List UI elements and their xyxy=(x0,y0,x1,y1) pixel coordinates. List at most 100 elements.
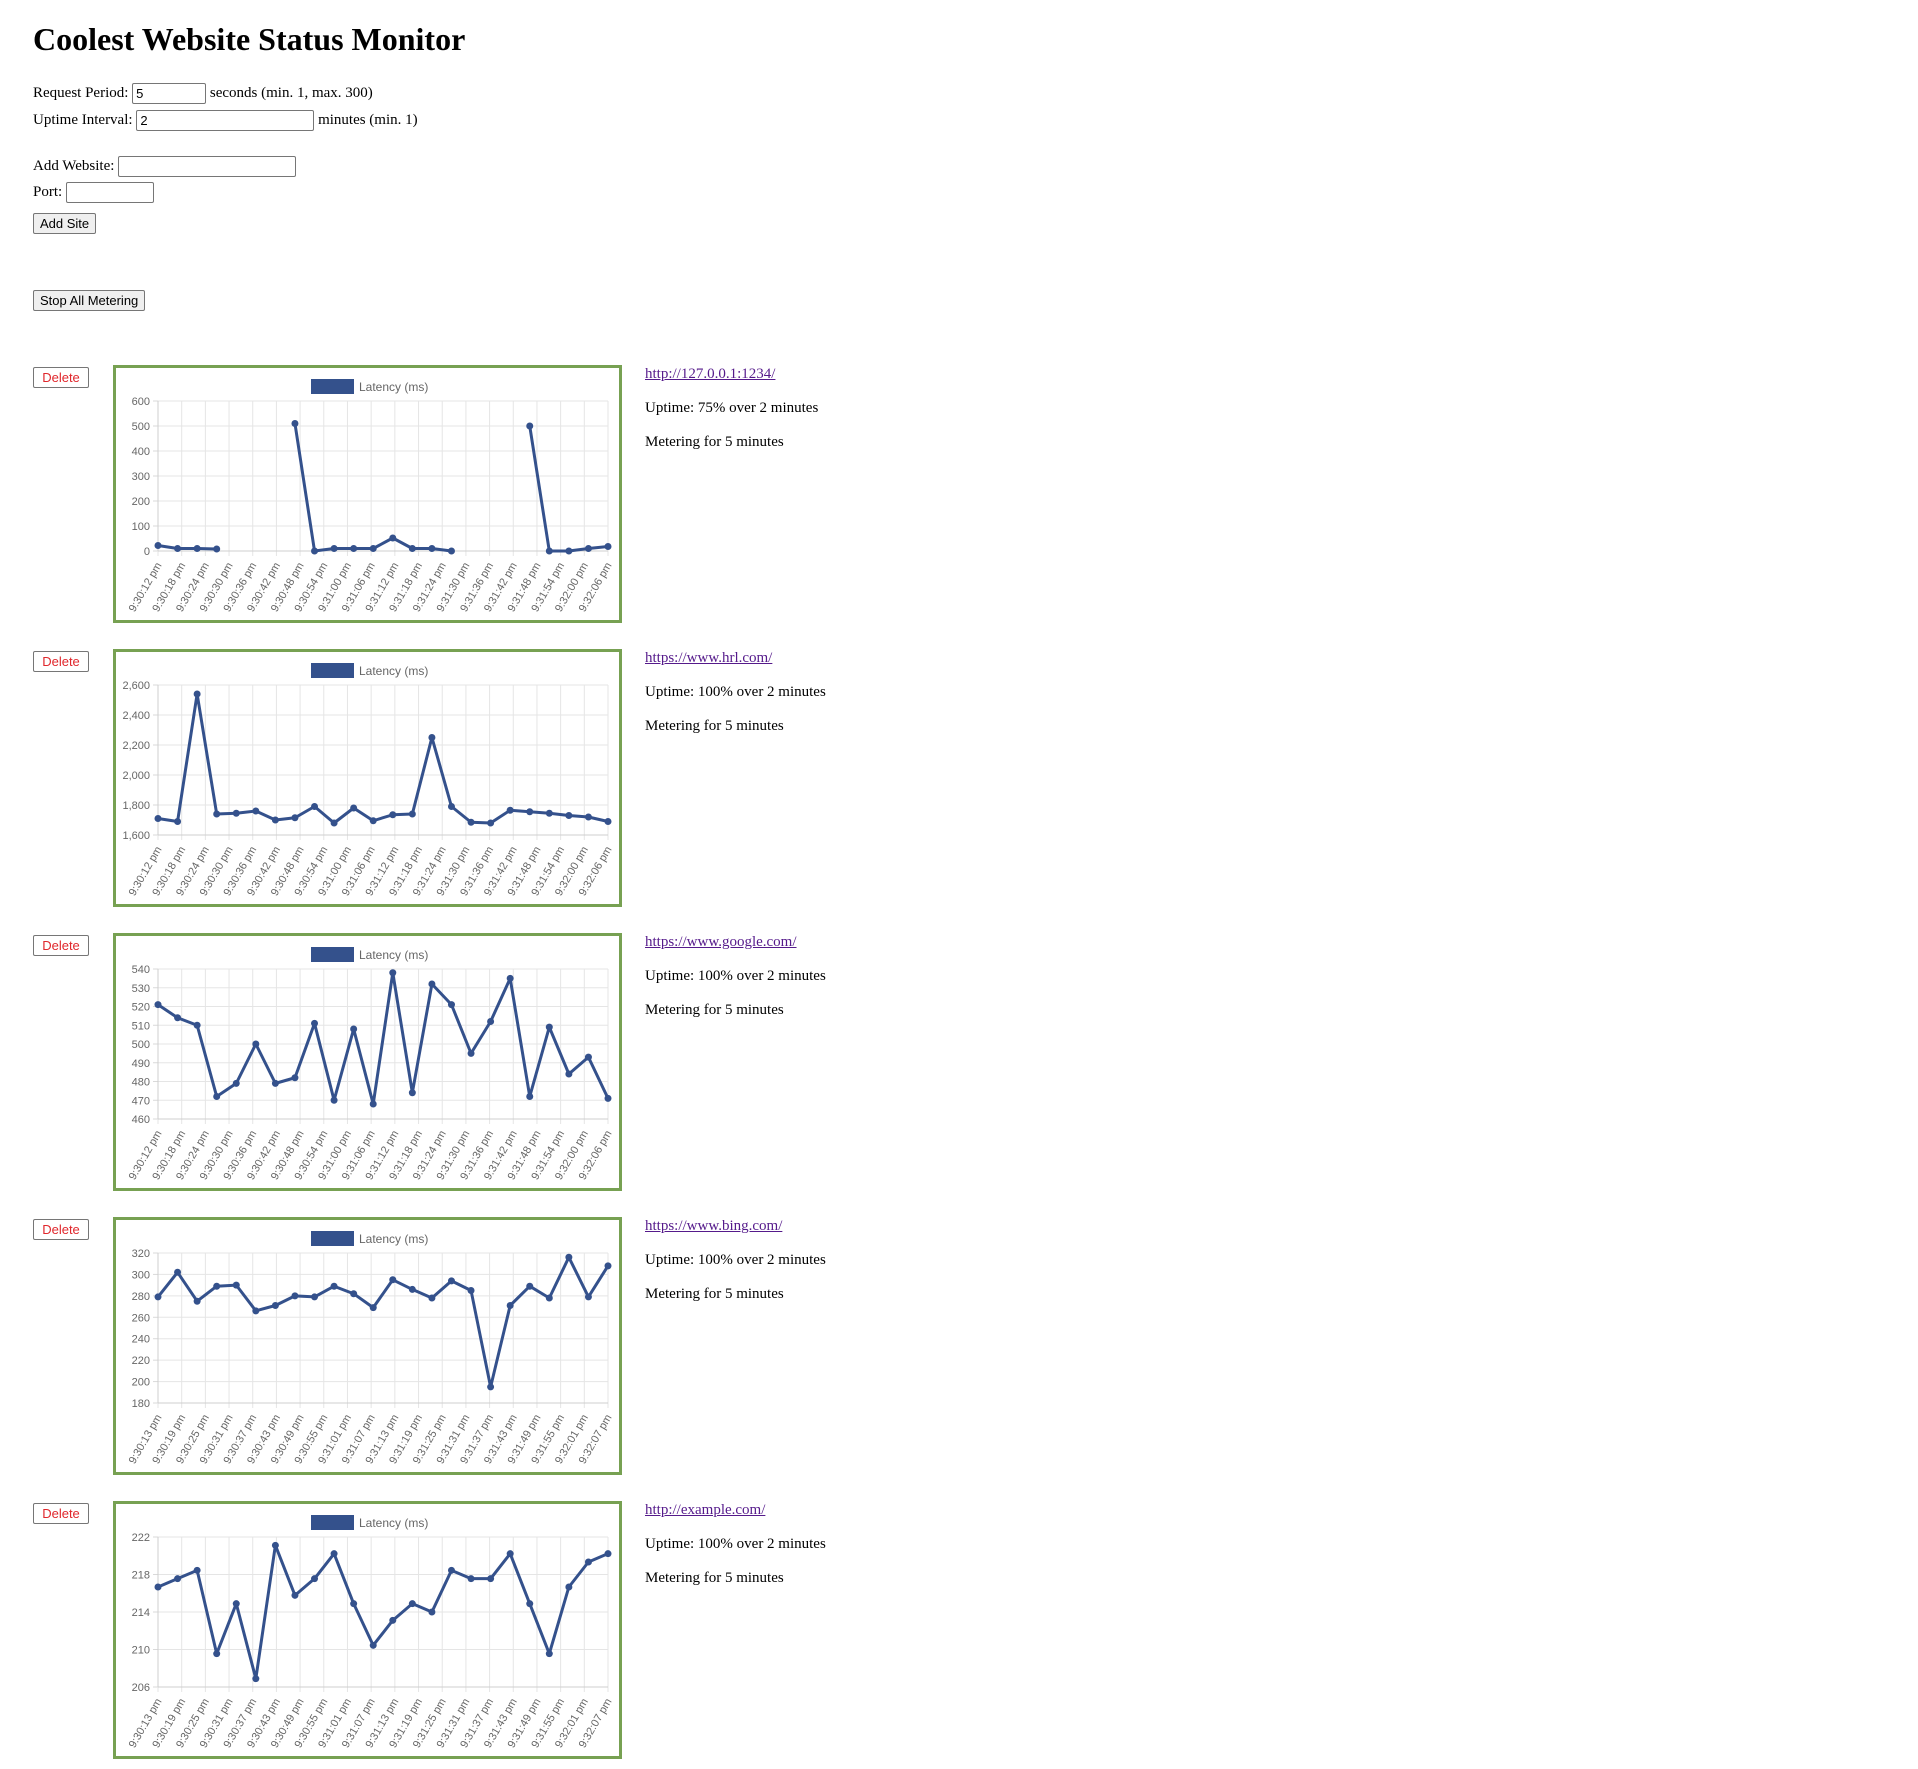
y-tick-label: 0 xyxy=(144,546,150,558)
data-point xyxy=(311,547,319,555)
data-point xyxy=(330,1282,338,1290)
data-point xyxy=(604,543,612,550)
data-point xyxy=(291,420,299,427)
y-tick-label: 210 xyxy=(132,1645,150,1657)
latency-chart: Latency (ms) 600 500 400 300 200 100 0 9:30:12 p… xyxy=(113,365,622,623)
site-info: https://www.hrl.com/ Uptime: 100% over 2… xyxy=(645,648,826,750)
data-point xyxy=(193,1021,201,1029)
add-site-button[interactable]: Add Site xyxy=(33,213,97,234)
site-info: http://example.com/ Uptime: 100% over 2 … xyxy=(645,1500,826,1602)
stop-all-metering-button[interactable]: Stop All Metering xyxy=(33,290,146,311)
site-url-link[interactable]: http://example.com/ xyxy=(645,1502,765,1518)
data-point xyxy=(213,1093,221,1100)
data-point xyxy=(350,545,358,552)
data-point xyxy=(213,810,221,818)
metering-text: Metering for 5 minutes xyxy=(645,434,784,450)
y-tick-label: 1,800 xyxy=(122,800,150,812)
y-tick-label: 2,400 xyxy=(122,710,150,722)
data-point xyxy=(350,1600,358,1608)
port-input[interactable] xyxy=(65,182,154,204)
y-tick-label: 206 xyxy=(132,1682,150,1694)
site-entry: Delete Latency (ms) 540 530 520 510 500 490 480… xyxy=(0,933,1918,1197)
uptime-interval-suffix: minutes (min. 1) xyxy=(318,112,418,128)
data-point xyxy=(428,980,436,988)
data-point xyxy=(350,1025,358,1033)
legend-label: Latency (ms) xyxy=(359,1516,428,1530)
y-tick-label: 220 xyxy=(132,1355,150,1367)
y-tick-label: 500 xyxy=(132,1039,150,1051)
data-point xyxy=(174,1575,182,1583)
y-tick-label: 2,200 xyxy=(122,740,150,752)
site-url-link[interactable]: https://www.google.com/ xyxy=(645,934,797,950)
data-point xyxy=(330,545,338,552)
y-tick-label: 320 xyxy=(132,1248,150,1260)
data-point xyxy=(604,818,612,825)
data-point xyxy=(584,1293,592,1301)
data-point xyxy=(330,1096,338,1104)
series-line xyxy=(293,423,452,553)
series-line xyxy=(156,1255,610,1389)
y-tick-label: 240 xyxy=(132,1334,150,1346)
y-tick-label: 2,600 xyxy=(122,680,150,692)
data-point xyxy=(271,816,279,824)
data-point xyxy=(232,1600,240,1608)
page-title: Coolest Website Status Monitor xyxy=(33,21,466,57)
request-period-row: Request Period: seconds (min. 1, max. 30… xyxy=(33,83,373,105)
data-point xyxy=(252,1307,260,1315)
delete-button[interactable]: Delete xyxy=(33,1503,89,1524)
data-point xyxy=(545,809,553,817)
delete-button[interactable]: Delete xyxy=(33,935,89,956)
data-point xyxy=(467,1575,475,1583)
data-point xyxy=(565,1070,573,1078)
data-point xyxy=(526,422,534,430)
delete-button[interactable]: Delete xyxy=(33,367,89,388)
data-point xyxy=(467,818,475,826)
metering-text: Metering for 5 minutes xyxy=(645,1002,784,1018)
latency-chart: Latency (ms) 320 300 280 260 240 220 200 180 9:30… xyxy=(113,1217,622,1475)
add-website-input[interactable] xyxy=(118,156,297,178)
request-period-suffix: seconds (min. 1, max. 300) xyxy=(209,85,373,101)
site-entry: Delete Latency (ms) 2,600 2,400 2,200 2,000 1… xyxy=(0,648,1918,913)
latency-chart-svg: Latency (ms)3203002802602402202001809:30… xyxy=(127,1231,615,1466)
uptime-text: Uptime: 75% over 2 minutes xyxy=(645,400,819,416)
data-point xyxy=(232,1079,240,1087)
data-point xyxy=(408,545,416,552)
data-point xyxy=(311,1575,319,1583)
data-point xyxy=(389,1276,397,1284)
y-tick-label: 500 xyxy=(132,421,150,433)
uptime-text: Uptime: 100% over 2 minutes xyxy=(645,968,826,984)
request-period-input[interactable] xyxy=(132,83,207,105)
series-line xyxy=(528,425,609,553)
data-point xyxy=(526,1282,534,1290)
metering-text: Metering for 5 minutes xyxy=(645,1570,784,1586)
y-tick-label: 490 xyxy=(132,1058,150,1070)
data-point xyxy=(193,690,201,698)
data-point xyxy=(447,1001,455,1009)
delete-button[interactable]: Delete xyxy=(33,651,89,672)
data-point xyxy=(232,809,240,817)
site-entry: Delete Latency (ms) 222 218 214 210 206 9:30:1… xyxy=(0,1500,1918,1765)
series-line xyxy=(157,971,610,1106)
data-point xyxy=(174,818,182,825)
site-url-link[interactable]: http://127.0.0.1:1234/ xyxy=(645,366,775,382)
uptime-interval-input[interactable] xyxy=(136,110,315,132)
uptime-text: Uptime: 100% over 2 minutes xyxy=(645,1536,826,1552)
data-point xyxy=(545,1294,553,1302)
delete-button[interactable]: Delete xyxy=(33,1219,89,1240)
data-point xyxy=(604,1262,612,1270)
site-url-link[interactable]: https://www.hrl.com/ xyxy=(645,650,772,666)
data-point xyxy=(447,547,455,555)
data-point xyxy=(467,1287,475,1294)
legend-swatch xyxy=(311,1231,354,1246)
site-url-link[interactable]: https://www.bing.com/ xyxy=(645,1218,782,1234)
data-point xyxy=(487,819,495,827)
data-point xyxy=(330,1550,338,1558)
data-point xyxy=(311,1019,319,1027)
y-tick-label: 530 xyxy=(132,983,150,995)
data-point xyxy=(369,817,377,825)
y-tick-label: 510 xyxy=(132,1020,150,1032)
y-tick-label: 480 xyxy=(132,1077,150,1089)
data-point xyxy=(506,806,514,814)
y-tick-label: 200 xyxy=(132,1377,150,1389)
data-point xyxy=(487,1575,495,1583)
